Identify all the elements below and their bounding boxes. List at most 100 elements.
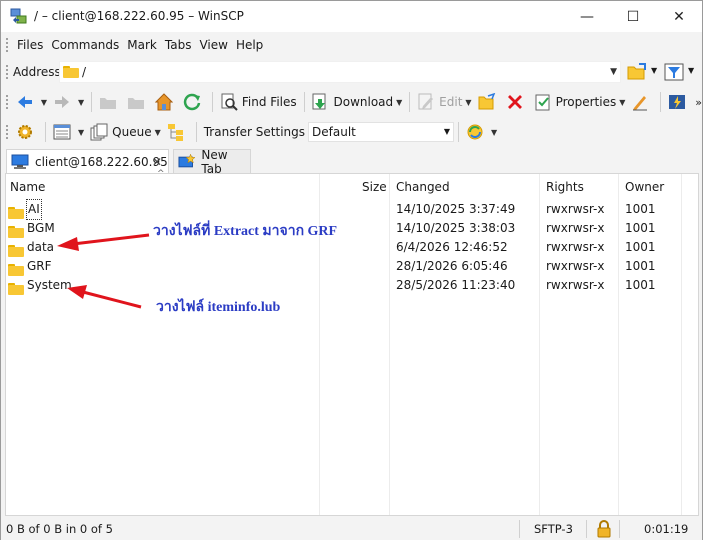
synchronize-dropdown-icon[interactable]: ▼ (491, 128, 497, 137)
maximize-button[interactable]: ☐ (610, 1, 656, 32)
title-bar: / – client@168.222.60.95 – WinSCP — ☐ ✕ (1, 1, 702, 32)
toolbar-grip[interactable] (6, 38, 9, 52)
forward-dropdown-icon[interactable]: ▼ (78, 98, 84, 107)
toolbar-separator (409, 92, 411, 112)
queue-button[interactable]: Queue ▼ (87, 120, 164, 144)
file-rights: rwxrwsr-x (546, 278, 605, 292)
tree-button[interactable] (164, 120, 192, 144)
rename-button[interactable] (628, 90, 656, 114)
address-dropdown-icon[interactable]: ▼ (610, 67, 617, 77)
home-directory-button[interactable] (152, 90, 180, 114)
close-button[interactable]: ✕ (656, 1, 702, 32)
open-directory-dropdown-icon[interactable]: ▼ (651, 66, 657, 75)
file-row-ai[interactable]: AI 14/10/2025 3:37:49 rwxrwsr-x 1001 (6, 199, 698, 220)
edit-label: Edit (439, 95, 463, 109)
sync-globe-icon (467, 124, 483, 140)
view-style-button[interactable]: ▼ (50, 120, 87, 144)
secondary-toolbar: ▼ Queue ▼ Transfer Settings Default ▼ ▼ (1, 118, 702, 146)
address-input[interactable]: / ▼ (59, 61, 621, 83)
toolbar-separator (458, 122, 460, 142)
minimize-button[interactable]: — (564, 1, 610, 32)
session-tabs: client@168.222.60.95 ✕ New Tab (1, 148, 702, 176)
synchronize-button[interactable]: ▼ (463, 120, 500, 144)
open-button[interactable] (475, 90, 503, 114)
toolbar-separator (212, 92, 213, 112)
file-row-bgm[interactable]: BGM 14/10/2025 3:38:03 rwxrwsr-x 1001 (6, 219, 698, 238)
tab-new[interactable]: New Tab (173, 148, 251, 176)
file-changed: 14/10/2025 3:38:03 (396, 221, 516, 235)
transfer-settings-label: Transfer Settings (203, 125, 306, 139)
forward-button[interactable]: ▼ (50, 90, 87, 114)
annotation-data-note: วางไฟล์ที่ Extract มาจาก GRF (153, 224, 338, 239)
menu-view[interactable]: View (195, 35, 231, 55)
toolbar-overflow-icon[interactable]: » (695, 96, 702, 109)
terminal-button[interactable] (665, 90, 693, 114)
delete-button[interactable] (503, 90, 531, 114)
menu-mark[interactable]: Mark (123, 35, 161, 55)
address-bar: Address / ▼ ▼ ▼ (1, 59, 702, 85)
properties-button[interactable]: Properties ▼ (531, 90, 629, 114)
terminal-icon (669, 95, 686, 109)
column-header-name[interactable]: Name (10, 174, 45, 198)
remote-file-list[interactable]: ^ Name Size Changed Rights Owner AI 14/1… (5, 169, 699, 516)
file-row-data[interactable]: data 6/4/2026 12:46:52 rwxrwsr-x 1001 (6, 238, 698, 257)
address-label: Address (13, 65, 61, 79)
refresh-button[interactable] (180, 90, 208, 114)
winscp-window: / – client@168.222.60.95 – WinSCP — ☐ ✕ … (0, 0, 703, 540)
column-header-size[interactable]: Size (362, 174, 387, 198)
file-owner: 1001 (625, 240, 656, 254)
download-button[interactable]: Download ▼ (308, 90, 405, 114)
home-icon (155, 93, 174, 111)
find-files-icon (221, 93, 238, 111)
properties-dropdown-icon[interactable]: ▼ (619, 98, 625, 107)
column-header-rights[interactable]: Rights (546, 174, 584, 198)
file-rights: rwxrwsr-x (546, 221, 605, 235)
transfer-settings-select[interactable]: Default ▼ (308, 122, 455, 142)
edit-button[interactable]: Edit ▼ (414, 90, 474, 114)
filter-dropdown-icon[interactable]: ▼ (688, 66, 694, 75)
menu-tabs[interactable]: Tabs (161, 35, 196, 55)
file-row-grf[interactable]: GRF 28/1/2026 6:05:46 rwxrwsr-x 1001 (6, 257, 698, 276)
menu-files[interactable]: Files (13, 35, 47, 55)
tab-session[interactable]: client@168.222.60.95 ✕ (6, 149, 169, 173)
status-bar: 0 B of 0 B in 0 of 5 SFTP-3 0:01:19 (1, 518, 702, 540)
toolbar-grip[interactable] (6, 125, 9, 139)
gear-icon (18, 125, 32, 139)
edit-dropdown-icon[interactable]: ▼ (465, 98, 471, 107)
file-owner: 1001 (625, 278, 656, 292)
annotation-system-note: วางไฟล์ iteminfo.lub (156, 300, 281, 315)
sort-ascending-icon: ^ (157, 169, 165, 179)
preferences-button[interactable] (13, 120, 41, 144)
toolbar-grip[interactable] (6, 65, 9, 79)
menu-help[interactable]: Help (232, 35, 267, 55)
queue-dropdown-icon[interactable]: ▼ (155, 128, 161, 137)
rename-icon (633, 96, 648, 111)
toolbar-grip[interactable] (6, 95, 9, 109)
root-directory-button[interactable] (124, 90, 152, 114)
folder-icon (8, 244, 24, 257)
column-header-changed[interactable]: Changed (396, 174, 450, 198)
download-dropdown-icon[interactable]: ▼ (396, 98, 402, 107)
back-dropdown-icon[interactable]: ▼ (41, 98, 47, 107)
filter-icon[interactable] (664, 63, 684, 81)
folder-icon (8, 282, 24, 295)
close-tab-icon[interactable]: ✕ (152, 155, 162, 169)
tab-session-label: client@168.222.60.95 (35, 154, 168, 169)
view-style-dropdown-icon[interactable]: ▼ (78, 128, 84, 137)
lock-icon[interactable] (596, 520, 612, 538)
toolbar-separator (91, 92, 93, 112)
open-folder-icon (478, 93, 495, 110)
transfer-settings-dropdown-icon[interactable]: ▼ (444, 123, 450, 141)
back-button[interactable]: ▼ (13, 90, 50, 114)
file-row-system[interactable]: System 28/5/2026 11:23:40 rwxrwsr-x 1001 (6, 276, 698, 295)
open-directory-icon[interactable] (627, 63, 647, 81)
file-name: AI (26, 199, 42, 220)
find-files-button[interactable]: Find Files (217, 90, 300, 114)
column-header-owner[interactable]: Owner (625, 174, 664, 198)
menu-commands[interactable]: Commands (47, 35, 123, 55)
new-tab-icon (178, 153, 196, 167)
forward-arrow-icon (55, 96, 70, 108)
toolbar-separator (660, 92, 662, 112)
parent-directory-button[interactable] (96, 90, 124, 114)
status-separator (619, 520, 620, 538)
